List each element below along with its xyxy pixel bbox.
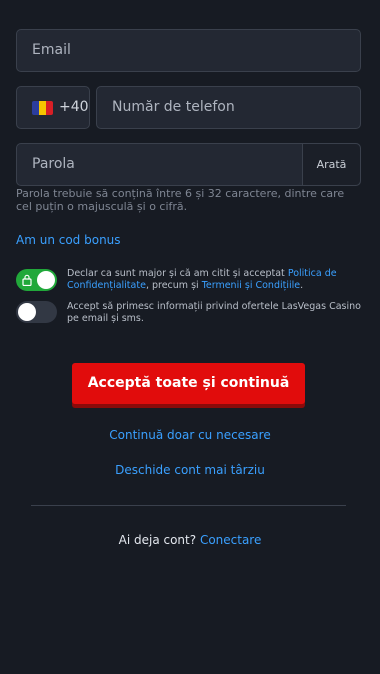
toggle-knob <box>37 271 55 289</box>
terms-consent-text: Declar ca sunt major și că am citit și a… <box>67 268 361 292</box>
terms-conditions-link[interactable]: Termenii și Condițiile <box>202 280 300 291</box>
terms-toggle[interactable] <box>16 269 57 291</box>
phone-prefix-label: +40 <box>59 99 89 115</box>
romania-flag-icon <box>32 101 53 115</box>
existing-account-question: Ai deja cont? <box>118 533 197 547</box>
phone-field[interactable]: Număr de telefon <box>96 86 361 129</box>
lock-icon <box>22 274 32 286</box>
phone-placeholder: Număr de telefon <box>112 99 235 115</box>
terms-text-end: . <box>300 280 304 291</box>
marketing-consent-text: Accept să primesc informații privind ofe… <box>67 301 361 324</box>
continue-necessary-link[interactable]: Continuă doar cu necesare <box>0 428 380 442</box>
terms-text: Declar ca sunt major și că am citit și a… <box>67 268 288 279</box>
email-field[interactable]: Email <box>16 29 361 72</box>
show-password-button[interactable]: Arată <box>302 144 360 185</box>
toggle-knob <box>18 303 36 321</box>
login-link[interactable]: Conectare <box>200 533 261 547</box>
open-later-link[interactable]: Deschide cont mai târziu <box>0 463 380 477</box>
marketing-toggle[interactable] <box>16 301 57 323</box>
existing-account-row: Ai deja cont? Conectare <box>0 533 380 547</box>
email-placeholder: Email <box>32 42 71 58</box>
password-field[interactable]: Parola Arată <box>16 143 361 186</box>
accept-all-button[interactable]: Acceptă toate și continuă <box>72 363 305 404</box>
phone-country-selector[interactable]: +40 <box>16 86 90 129</box>
password-hint: Parola trebuie să conțină între 6 și 32 … <box>16 187 345 213</box>
password-placeholder: Parola <box>32 156 75 172</box>
terms-text-mid: , precum și <box>145 280 202 291</box>
divider <box>31 505 346 506</box>
bonus-code-link[interactable]: Am un cod bonus <box>16 233 121 247</box>
